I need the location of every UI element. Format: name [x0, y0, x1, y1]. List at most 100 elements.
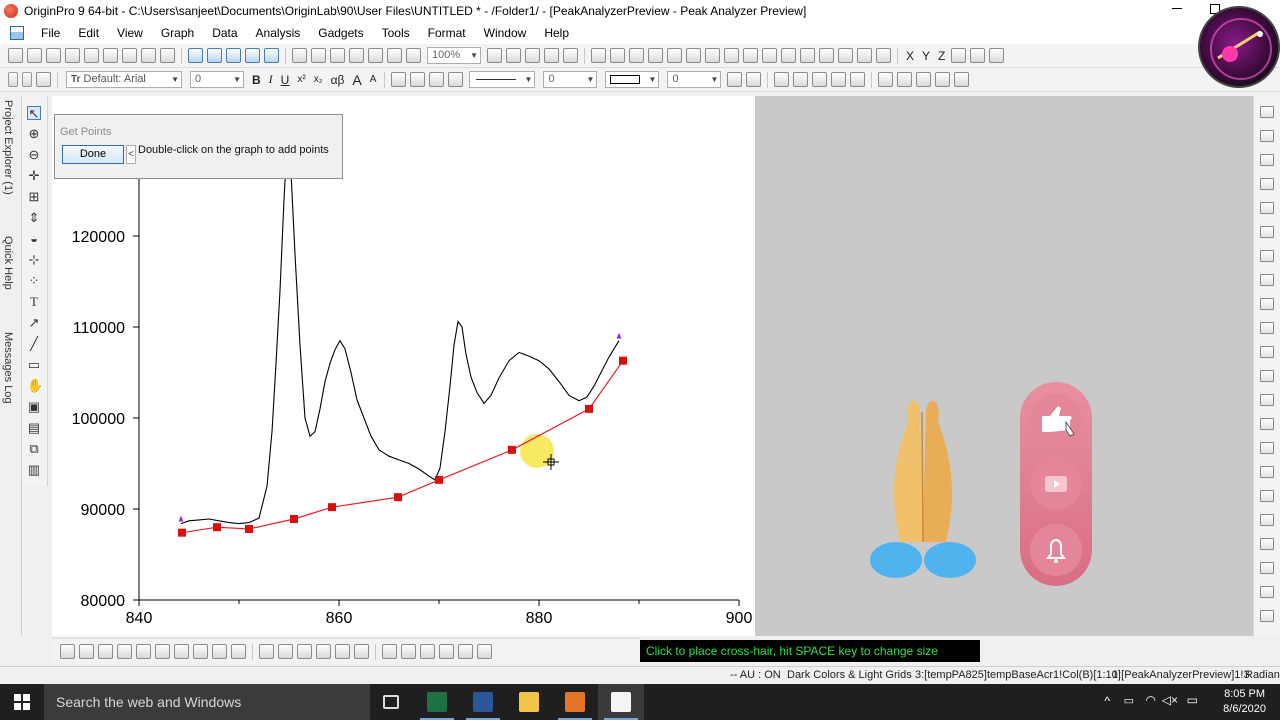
bold-button[interactable]: B — [252, 73, 261, 87]
decrease-font-button[interactable]: A — [370, 74, 377, 85]
import-single-icon[interactable] — [292, 48, 307, 63]
menu-analysis[interactable]: Analysis — [247, 26, 310, 40]
save-window-icon[interactable] — [245, 48, 260, 63]
done-button[interactable]: Done — [62, 145, 124, 164]
3d-ribbon-icon[interactable] — [354, 644, 369, 659]
align-right-icon[interactable] — [897, 72, 913, 87]
polar-plot-icon[interactable] — [193, 644, 208, 659]
object-icon[interactable] — [831, 72, 847, 87]
cut-icon[interactable] — [8, 72, 18, 87]
rescale-y-icon[interactable] — [1260, 154, 1274, 166]
3d-bars-icon[interactable] — [278, 644, 293, 659]
open-template-icon[interactable] — [207, 48, 222, 63]
layout-icon[interactable] — [1260, 586, 1274, 598]
ternary-icon[interactable] — [420, 644, 435, 659]
smith-chart-icon[interactable] — [439, 644, 454, 659]
volume-muted-icon[interactable]: ◁× — [1162, 693, 1178, 707]
open-icon[interactable] — [188, 48, 203, 63]
arrow-tool-icon[interactable]: ↗ — [27, 316, 41, 330]
stat-plot-icon[interactable] — [155, 644, 170, 659]
add-right-y-icon[interactable] — [1260, 274, 1274, 286]
filter-icon[interactable] — [838, 48, 853, 63]
menu-file[interactable]: File — [32, 26, 69, 40]
text-tool-icon[interactable]: T — [27, 295, 41, 309]
histogram-icon[interactable] — [819, 48, 834, 63]
clock-icon[interactable] — [1260, 490, 1274, 502]
sort-icon[interactable] — [743, 48, 758, 63]
line-symbol-plot-icon[interactable] — [98, 644, 113, 659]
layer-contents-icon[interactable] — [667, 48, 682, 63]
fill-color-icon[interactable] — [391, 72, 407, 87]
add-scale-bar-icon[interactable] — [1260, 442, 1274, 454]
style-icon[interactable] — [793, 72, 809, 87]
align-bottom-icon[interactable] — [935, 72, 951, 87]
paste-icon[interactable] — [36, 72, 51, 87]
taskbar-notepad[interactable] — [598, 684, 644, 720]
new-function-icon[interactable] — [103, 48, 118, 63]
menu-data[interactable]: Data — [203, 26, 246, 40]
results-log-icon[interactable] — [610, 48, 625, 63]
print-icon[interactable] — [487, 48, 502, 63]
wifi-icon[interactable]: ◠ — [1146, 693, 1156, 707]
refresh-icon[interactable] — [506, 48, 521, 63]
line-width-select[interactable]: 0 ▼ — [543, 71, 598, 88]
draw-data-icon[interactable]: ⊹ — [27, 253, 41, 267]
clear-filter-icon[interactable] — [857, 48, 872, 63]
pattern-icon[interactable] — [727, 72, 743, 87]
zoom-out-icon[interactable]: ⊖ — [27, 148, 41, 162]
hand-icon[interactable]: ✋ — [27, 379, 43, 393]
3d-wire-icon[interactable] — [297, 644, 312, 659]
menu-view[interactable]: View — [108, 26, 152, 40]
3d-scatter-icon[interactable] — [316, 644, 331, 659]
menu-window[interactable]: Window — [475, 26, 536, 40]
menu-help[interactable]: Help — [535, 26, 578, 40]
3d-wall-icon[interactable] — [335, 644, 350, 659]
new-notes-icon[interactable] — [160, 48, 175, 63]
box-plot-icon[interactable] — [212, 644, 227, 659]
rectangle-tool-icon[interactable]: ▭ — [27, 358, 41, 372]
taskbar-clock[interactable]: 8:05 PM 8/6/2020 — [1223, 687, 1266, 717]
taskbar-excel[interactable] — [414, 684, 460, 720]
taskbar-file-explorer[interactable] — [506, 684, 552, 720]
new-legend-icon[interactable] — [1260, 466, 1274, 478]
object-edit-icon[interactable] — [850, 72, 866, 87]
quick-help-tab[interactable]: Quick Help — [2, 236, 14, 290]
menu-edit[interactable]: Edit — [69, 26, 108, 40]
new-layout-icon[interactable] — [141, 48, 156, 63]
image-plot-icon[interactable] — [136, 644, 151, 659]
data-selector-icon[interactable]: ⇕ — [27, 211, 41, 225]
align-top-icon[interactable] — [916, 72, 932, 87]
bar-chart-icon[interactable] — [781, 48, 796, 63]
new-workbook-icon[interactable] — [27, 48, 42, 63]
region-icon[interactable]: ⁘ — [27, 274, 41, 288]
add-top-x-icon[interactable] — [1260, 250, 1274, 262]
subscript-button[interactable]: x₂ — [314, 74, 323, 85]
contour-icon[interactable] — [382, 644, 397, 659]
matrix-icon[interactable] — [1260, 538, 1274, 550]
collapse-button[interactable]: < — [126, 145, 136, 164]
pattern-select[interactable]: 0 ▼ — [667, 71, 722, 88]
set-column-values-icon[interactable] — [724, 48, 739, 63]
add-color-scale-icon[interactable] — [1260, 346, 1274, 358]
menu-tools[interactable]: Tools — [373, 26, 419, 40]
command-window-icon[interactable] — [629, 48, 644, 63]
import-excel-icon[interactable] — [349, 48, 364, 63]
disregard-column-icon[interactable] — [951, 48, 967, 63]
new-project-icon[interactable] — [8, 48, 23, 63]
vector-plot-icon[interactable] — [458, 644, 473, 659]
add-new-columns-icon[interactable] — [705, 48, 720, 63]
notify-button[interactable] — [1030, 524, 1082, 576]
project-explorer-icon[interactable] — [591, 48, 606, 63]
data-table-icon[interactable] — [1260, 514, 1274, 526]
piper-plot-icon[interactable] — [477, 644, 492, 659]
zoom-select[interactable]: 100% ▼ — [427, 47, 481, 64]
plot-setup-icon[interactable] — [686, 48, 701, 63]
rotate-icon[interactable] — [774, 72, 790, 87]
line-style-select[interactable]: ▼ — [469, 71, 536, 88]
add-date-icon[interactable] — [1260, 370, 1274, 382]
new-excel-icon[interactable] — [46, 48, 61, 63]
merge-graph-icon[interactable] — [1260, 202, 1274, 214]
rescale-icon[interactable] — [1260, 106, 1274, 118]
menu-format[interactable]: Format — [419, 26, 475, 40]
pointer-icon[interactable]: ↖ — [27, 106, 41, 121]
